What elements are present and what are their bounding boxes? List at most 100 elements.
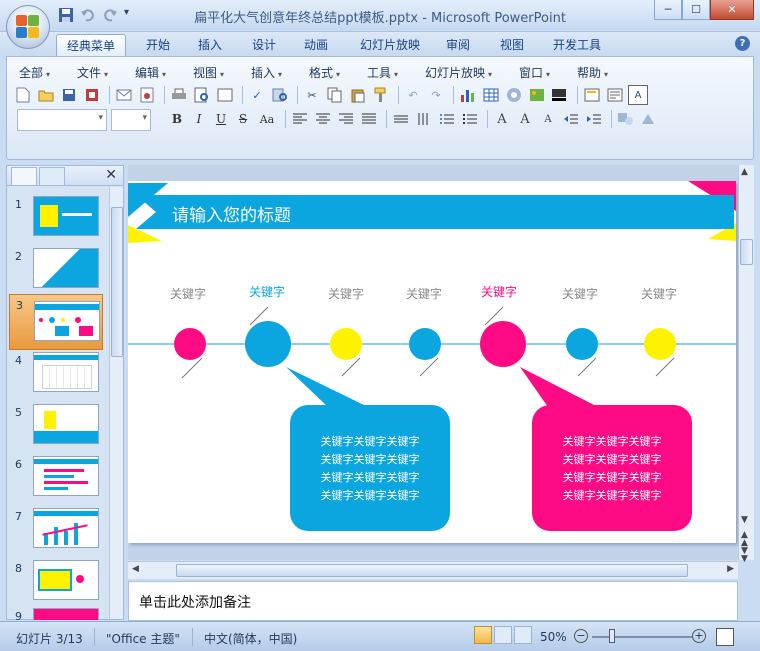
scroll-down-icon[interactable]: ▼: [741, 515, 748, 525]
slide-thumb-row[interactable]: 9: [7, 608, 107, 620]
tab-home[interactable]: 开始: [138, 34, 178, 56]
research-icon[interactable]: [270, 85, 290, 105]
shrink-font-icon[interactable]: A: [538, 109, 558, 129]
new-icon[interactable]: [13, 85, 33, 105]
tab-animation[interactable]: 动画: [296, 34, 336, 56]
slide-layout-icon[interactable]: [605, 85, 625, 105]
bubble-text-blue[interactable]: 关键字关键字关键字 关键字关键字关键字 关键字关键字关键字 关键字关键字关键字: [290, 433, 450, 505]
spelling-icon[interactable]: ✓: [247, 85, 267, 105]
keyword-label[interactable]: 关键字: [562, 285, 598, 302]
tab-developer[interactable]: 开发工具: [545, 34, 609, 56]
tab-view[interactable]: 视图: [492, 34, 532, 56]
menu-help[interactable]: 帮助 ▾: [577, 64, 608, 81]
align-left-icon[interactable]: [290, 109, 310, 129]
print-preview-icon[interactable]: [192, 85, 212, 105]
keyword-label[interactable]: 关键字: [481, 283, 517, 300]
italic-button[interactable]: I: [189, 109, 209, 129]
font-size-combo[interactable]: [111, 109, 151, 131]
keyword-label[interactable]: 关键字: [406, 285, 442, 302]
insert-chart-icon[interactable]: [458, 85, 478, 105]
close-button[interactable]: ✕: [710, 0, 754, 20]
undo-icon[interactable]: ↶: [403, 85, 423, 105]
slide-thumb-row-selected[interactable]: 3: [9, 294, 103, 350]
slide-thumbnail[interactable]: [33, 404, 99, 444]
zoom-slider-track[interactable]: [592, 636, 692, 638]
decrease-indent-icon[interactable]: [561, 109, 581, 129]
copy-icon[interactable]: [325, 85, 345, 105]
zoom-out-icon[interactable]: −: [574, 629, 588, 643]
strikethrough-button[interactable]: S: [233, 109, 253, 129]
text-direction-icon[interactable]: [391, 109, 411, 129]
slide-title[interactable]: 请输入您的标题: [172, 201, 291, 226]
insert-clipart-icon[interactable]: [527, 85, 547, 105]
keyword-label[interactable]: 关键字: [641, 285, 677, 302]
menu-file[interactable]: 文件 ▾: [77, 64, 108, 81]
scrollbar-thumb[interactable]: [176, 564, 688, 577]
scroll-left-icon[interactable]: ◀: [132, 564, 139, 574]
tab-review[interactable]: 审阅: [438, 34, 478, 56]
tab-classic-menu[interactable]: 经典菜单: [56, 34, 126, 56]
slide-thumb-row[interactable]: 7: [7, 508, 107, 558]
align-center-icon[interactable]: [313, 109, 333, 129]
menu-tools[interactable]: 工具 ▾: [367, 64, 398, 81]
slides-panel-scrollbar[interactable]: [109, 187, 123, 619]
redo-icon[interactable]: ↷: [426, 85, 446, 105]
help-icon[interactable]: ?: [735, 36, 750, 51]
slide-thumb-row[interactable]: 2: [7, 248, 107, 298]
slide-thumb-row[interactable]: 1: [7, 196, 107, 246]
insert-picture-icon[interactable]: [504, 85, 524, 105]
open-icon[interactable]: [36, 85, 56, 105]
permission-icon[interactable]: [82, 85, 102, 105]
menu-view[interactable]: 视图 ▾: [193, 64, 224, 81]
justify-icon[interactable]: [359, 109, 379, 129]
notes-placeholder[interactable]: 单击此处添加备注: [139, 592, 251, 612]
tab-outline[interactable]: [39, 167, 65, 185]
scroll-up-icon[interactable]: ▲: [741, 167, 748, 177]
menu-format[interactable]: 格式 ▾: [309, 64, 340, 81]
numbering-icon[interactable]: [437, 109, 457, 129]
previous-slide-icon[interactable]: ▲ ▲: [741, 531, 748, 548]
shapes-icon[interactable]: [616, 109, 636, 129]
menu-window[interactable]: 窗口 ▾: [519, 64, 550, 81]
language-status[interactable]: 中文(简体，中国): [204, 630, 297, 647]
font-name-combo[interactable]: [17, 109, 107, 131]
fit-to-window-icon[interactable]: [716, 628, 734, 646]
cut-icon[interactable]: ✂: [302, 85, 322, 105]
bullets-icon[interactable]: [460, 109, 480, 129]
next-slide-icon[interactable]: ▼ ▼: [741, 547, 748, 564]
change-case-button[interactable]: Aa: [255, 109, 279, 129]
format-painter-icon[interactable]: [371, 85, 391, 105]
layout-icon[interactable]: [215, 85, 235, 105]
slide-canvas[interactable]: 请输入您的标题 关键字 关键字 关键字 关键字 关键字 关键字 关键字 关键字关…: [128, 181, 736, 543]
keyword-label[interactable]: 关键字: [328, 285, 364, 302]
zoom-level[interactable]: 50%: [540, 630, 567, 644]
scrollbar-thumb[interactable]: [111, 207, 123, 357]
slide-thumbnail[interactable]: [33, 508, 99, 548]
keyword-label[interactable]: 关键字: [249, 283, 285, 300]
slide-thumbnail[interactable]: [34, 301, 100, 341]
slide-thumb-row[interactable]: 4: [7, 352, 107, 402]
notes-pane[interactable]: 单击此处添加备注: [128, 581, 738, 621]
horizontal-scrollbar[interactable]: ◀ ▶: [128, 561, 738, 579]
menu-insert[interactable]: 插入 ▾: [251, 64, 282, 81]
slide-thumb-row[interactable]: 6: [7, 456, 107, 506]
increase-indent-icon[interactable]: [584, 109, 604, 129]
email-icon[interactable]: [114, 85, 134, 105]
vertical-scrollbar[interactable]: ▲ ▼ ▲ ▲ ▼ ▼: [738, 165, 754, 564]
scrollbar-thumb[interactable]: [740, 239, 753, 265]
tab-insert[interactable]: 插入: [190, 34, 230, 56]
zoom-in-icon[interactable]: +: [692, 629, 706, 643]
slide-thumb-row[interactable]: 8: [7, 560, 107, 610]
columns-icon[interactable]: [414, 109, 434, 129]
zoom-slider-handle[interactable]: [609, 629, 615, 643]
office-button[interactable]: [6, 5, 50, 49]
slide-thumb-row[interactable]: 5: [7, 404, 107, 454]
tab-slideshow[interactable]: 幻灯片放映: [350, 34, 430, 56]
slideshow-view-icon[interactable]: [514, 626, 532, 644]
slide-thumbnail[interactable]: [33, 456, 99, 496]
menu-edit[interactable]: 编辑 ▾: [135, 64, 166, 81]
tab-slides-thumbnails[interactable]: [11, 167, 37, 185]
normal-view-icon[interactable]: [474, 626, 492, 644]
menu-slideshow[interactable]: 幻灯片放映 ▾: [425, 64, 492, 81]
align-right-icon[interactable]: [336, 109, 356, 129]
